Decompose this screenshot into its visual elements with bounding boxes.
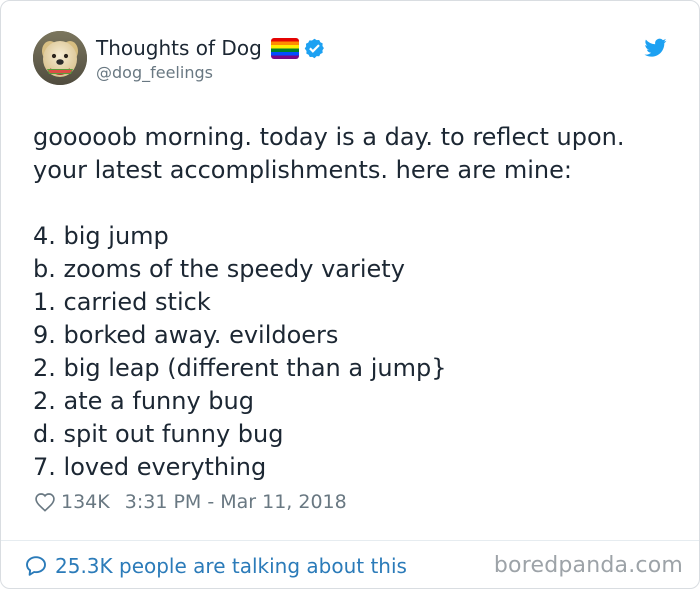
twitter-bird-icon[interactable] [642, 36, 668, 60]
profile-avatar[interactable] [33, 31, 87, 85]
tweet-list-item-4: 9. borked away. evildoers [33, 321, 339, 349]
like-count[interactable]: 134K [61, 491, 110, 513]
tweet-list-item-5: 2. big leap (different than a jump} [33, 354, 447, 382]
tweet-list-item-6: 2. ate a funny bug [33, 387, 254, 415]
rainbow-flag-icon [270, 37, 299, 59]
boredpanda-watermark: boredpanda.com [493, 553, 683, 578]
footer-divider [1, 540, 699, 541]
tweet-body: gooooob morning. today is a day. to refl… [33, 121, 653, 484]
tweet-line-1: gooooob morning. today is a day. to refl… [33, 123, 625, 151]
tweet-list-item-8: 7. loved everything [33, 453, 267, 481]
display-name[interactable]: Thoughts of Dog [96, 36, 262, 60]
display-name-row: Thoughts of Dog [96, 34, 616, 62]
conversation-link[interactable]: 25.3K people are talking about this [24, 551, 407, 581]
author-block: Thoughts of Dog @dog_feelings [96, 34, 616, 82]
tweet-list-item-3: 1. carried stick [33, 288, 211, 316]
tweet-list-item-7: d. spit out funny bug [33, 420, 284, 448]
tweet-meta-row: 134K 3:31 PM - Mar 11, 2018 [34, 488, 347, 516]
tweet-card: Thoughts of Dog @dog_feelings gooooob mo… [0, 0, 700, 589]
tweet-line-2: your latest accomplishments. here are mi… [33, 156, 572, 184]
tweet-header: Thoughts of Dog @dog_feelings [33, 31, 667, 91]
conversation-text[interactable]: 25.3K people are talking about this [55, 554, 407, 578]
user-handle[interactable]: @dog_feelings [96, 64, 616, 82]
heart-icon[interactable] [34, 492, 56, 512]
tweet-list-item-1: 4. big jump [33, 222, 169, 250]
dog-avatar-icon [33, 31, 87, 85]
speech-bubble-icon [24, 554, 48, 578]
verified-badge-icon [303, 37, 326, 60]
tweet-list-item-2: b. zooms of the speedy variety [33, 255, 405, 283]
tweet-timestamp[interactable]: 3:31 PM - Mar 11, 2018 [125, 491, 347, 513]
